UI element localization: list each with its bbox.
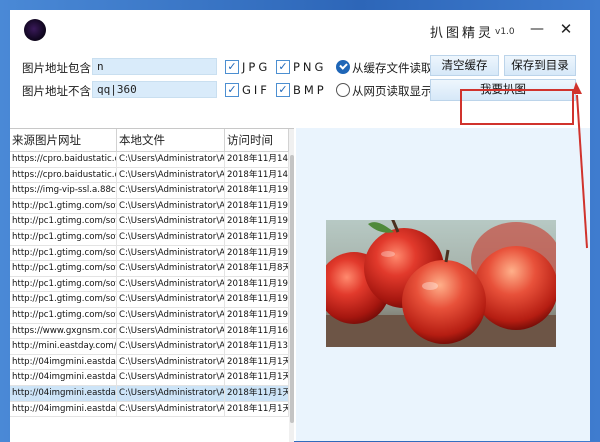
app-window: 扒图精灵 v1.0 — ✕ 图片地址包含: n 图片地址不含: qq|360 ✓… bbox=[10, 10, 590, 442]
annotation-arrow bbox=[572, 82, 588, 249]
